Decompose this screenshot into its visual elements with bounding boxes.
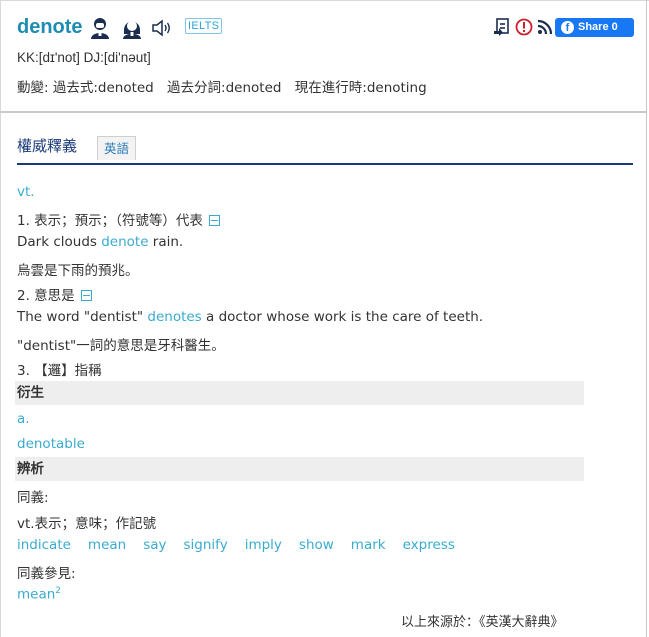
conjugation-line: 動變: 過去式:denoted 過去分詞:denoted 現在進行時:denot… — [17, 76, 436, 96]
example-2: The word "dentist" denotes a doctor whos… — [17, 309, 584, 325]
example-keyword[interactable]: denotes — [147, 309, 201, 325]
save-word-icon[interactable] — [493, 18, 511, 36]
see-also-link[interactable]: mean2 — [17, 586, 584, 603]
definition-tabs: 權威釋義 英語 — [17, 135, 633, 165]
synonym-link[interactable]: imply — [245, 537, 282, 553]
sense-2-text: 2. 意思是 — [17, 288, 75, 304]
part-of-speech: vt. — [17, 184, 35, 200]
collapse-icon[interactable] — [208, 214, 220, 226]
example-1: Dark clouds denote rain. — [17, 234, 584, 250]
window-left-border — [0, 0, 1, 637]
sense-1-text: 1. 表示；預示；（符號等）代表 — [17, 213, 203, 229]
ielts-badge: IELTS — [185, 18, 223, 34]
synonym-link[interactable]: express — [403, 537, 455, 553]
see-also-superscript: 2 — [55, 586, 62, 596]
derivatives-heading: 衍生 — [15, 381, 584, 405]
synonym-label: 同義: — [17, 490, 49, 506]
example-2-translation: "dentist"一詞的意思是牙科醫生。 — [17, 338, 225, 354]
conjugation-past-participle: 過去分詞:denoted — [167, 80, 282, 96]
entry-header: denote IELTS f Share 0 — [17, 14, 637, 44]
example-text: a doctor whose work is the care of teeth… — [201, 309, 484, 325]
report-icon[interactable] — [515, 18, 533, 36]
derivative-word[interactable]: denotable — [17, 436, 584, 452]
derivative-pos: a. — [17, 411, 30, 427]
sense-1: 1. 表示；預示；（符號等）代表 — [17, 209, 584, 229]
sense-2: 2. 意思是 — [17, 284, 584, 304]
analysis-heading: 辨析 — [15, 457, 584, 481]
synonym-definition: vt.表示；意味；作記號 — [17, 516, 157, 532]
headword: denote — [17, 16, 83, 38]
conjugation-past: 動變: 過去式:denoted — [17, 80, 154, 96]
synonym-link[interactable]: indicate — [17, 537, 71, 553]
tab-authoritative[interactable]: 權威釋義 — [17, 135, 77, 156]
see-also-word: mean — [17, 586, 56, 603]
us-pronunciation-icon[interactable] — [89, 16, 111, 40]
header-divider — [0, 111, 646, 113]
conjugation-present-participle: 現在進行時:denoting — [294, 80, 427, 96]
example-1-translation: 烏雲是下雨的預兆。 — [17, 263, 139, 279]
synonym-link[interactable]: mean — [88, 537, 126, 553]
window-top-border — [0, 0, 649, 1]
speaker-icon[interactable] — [151, 19, 173, 37]
tab-english[interactable]: 英語 — [97, 136, 137, 160]
rss-icon[interactable] — [536, 18, 554, 36]
synonym-list: indicate mean say signify imply show mark expre… — [17, 537, 584, 553]
example-text: The word "dentist" — [17, 309, 148, 325]
see-also-label: 同義參見: — [17, 566, 76, 582]
synonym-link[interactable]: say — [143, 537, 166, 553]
collapse-icon[interactable] — [80, 289, 92, 301]
window-right-border — [646, 0, 647, 637]
example-text: rain. — [148, 234, 184, 250]
facebook-share-button[interactable]: f Share 0 — [555, 18, 634, 37]
pronunciation: KK:[dɪ'not] DJ:[di'nəut] — [17, 50, 151, 65]
example-text: Dark clouds — [17, 234, 102, 250]
source-attribution: 以上來源於：《英漢大辭典》 — [401, 615, 564, 630]
facebook-icon: f — [561, 21, 574, 34]
synonym-link[interactable]: show — [299, 537, 334, 553]
synonym-link[interactable]: signify — [184, 537, 228, 553]
synonym-link[interactable]: mark — [351, 537, 386, 553]
uk-pronunciation-icon[interactable] — [121, 16, 143, 40]
sense-3: 3. 【邏】指稱 — [17, 363, 102, 379]
share-label: Share 0 — [578, 21, 618, 33]
example-keyword[interactable]: denote — [101, 234, 148, 250]
